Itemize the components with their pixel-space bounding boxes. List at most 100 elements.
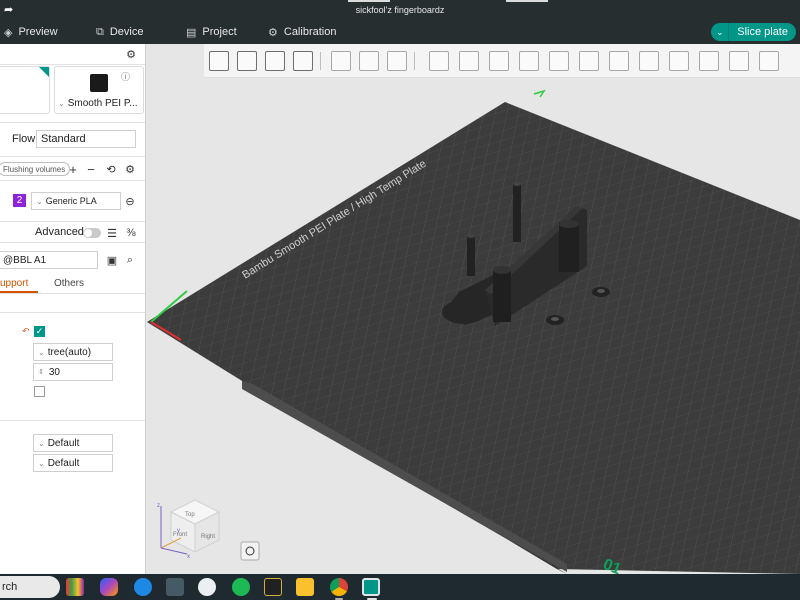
- sync-filament-icon[interactable]: ⟲: [104, 162, 118, 176]
- filament-options-icon[interactable]: ⊖: [123, 194, 137, 208]
- arrange-icon[interactable]: [293, 51, 313, 71]
- setting-default-select-1[interactable]: ⌄ Default: [33, 434, 113, 452]
- add-filament-icon[interactable]: +: [66, 162, 80, 177]
- scale-icon[interactable]: [489, 51, 509, 71]
- axis-z-label: z: [157, 503, 160, 509]
- divider: [0, 64, 145, 65]
- assembly-view-icon[interactable]: [759, 51, 779, 71]
- chevron-down-icon: ⌄: [36, 196, 43, 206]
- settings-gear-icon[interactable]: ⚙: [124, 47, 138, 61]
- cut-icon[interactable]: [549, 51, 569, 71]
- slice-plate-button[interactable]: Slice plate: [729, 23, 796, 41]
- chevron-down-icon: ⌄: [58, 99, 65, 108]
- setting-default-value-2: Default: [47, 457, 80, 469]
- text-emboss-icon[interactable]: [669, 51, 689, 71]
- tab-calibration-label: Calibration: [283, 26, 337, 38]
- filament-select[interactable]: ⌄ Generic PLA: [31, 192, 121, 210]
- filament-settings-gear-icon[interactable]: ⚙: [123, 162, 137, 176]
- slice-options-chevron-icon[interactable]: ⌄: [711, 23, 730, 41]
- tab-others[interactable]: Others: [54, 278, 84, 289]
- scene-svg[interactable]: Bambu Smooth PEI Plate / High Temp Plate…: [147, 44, 800, 574]
- file-explorer-icon[interactable]: [296, 578, 314, 596]
- measure-icon[interactable]: [729, 51, 749, 71]
- device-icon: ⧉: [96, 25, 104, 38]
- color-paint-icon[interactable]: [699, 51, 719, 71]
- plate-type-row: ⌄ Smooth PEI P...: [58, 98, 138, 109]
- plate-type-card[interactable]: ⓘ ⌄ Smooth PEI P...: [54, 66, 144, 114]
- seam-painting-icon[interactable]: [639, 51, 659, 71]
- support-type-select[interactable]: ⌄ tree(auto): [33, 343, 113, 361]
- add-plate-grid-icon[interactable]: [237, 51, 257, 71]
- info-icon[interactable]: ⓘ: [121, 70, 130, 83]
- compare-icon[interactable]: ⅜: [124, 226, 138, 240]
- library-icon[interactable]: [66, 578, 84, 596]
- divider: [0, 180, 145, 181]
- list-view-icon[interactable]: ☰: [105, 226, 119, 240]
- plate-thumbnail-icon: [90, 74, 108, 92]
- tab-preview[interactable]: ◈ Preview: [4, 20, 58, 44]
- divider: [0, 293, 145, 294]
- lay-on-face-icon[interactable]: [519, 51, 539, 71]
- tab-preview-label: Preview: [18, 26, 58, 38]
- tab-device-label: Device: [109, 26, 144, 38]
- toolbar-separator: [414, 52, 415, 70]
- flow-select[interactable]: Standard: [36, 130, 136, 148]
- setting-default-value-1: Default: [47, 437, 80, 449]
- tab-device[interactable]: ⧉ Device: [96, 20, 143, 44]
- reset-icon[interactable]: ↶: [22, 326, 30, 337]
- remove-filament-icon[interactable]: −: [84, 162, 98, 177]
- 3d-viewport[interactable]: Bambu Smooth PEI Plate / High Temp Plate…: [147, 44, 800, 574]
- enable-support-checkbox[interactable]: ✓: [34, 326, 45, 337]
- support-painting-icon[interactable]: [609, 51, 629, 71]
- chevron-down-icon: ⌄: [38, 458, 45, 468]
- split-objects-icon[interactable]: [331, 51, 351, 71]
- chevron-down-icon: ⌄: [38, 438, 45, 448]
- title-accent: [506, 0, 548, 2]
- edge-browser-icon[interactable]: [134, 578, 152, 596]
- axis-y-label: y: [177, 528, 180, 534]
- layers-stack-icon[interactable]: [387, 51, 407, 71]
- window-title: sickfool'z fingerboardz: [355, 5, 445, 15]
- printer-card[interactable]: [0, 66, 50, 114]
- filament-index-badge[interactable]: 2: [13, 194, 26, 207]
- tab-project[interactable]: ▤ Project: [186, 20, 237, 44]
- search-icon[interactable]: ⌕: [123, 253, 137, 267]
- chevron-down-icon: ⌄: [38, 347, 45, 357]
- threshold-angle-stepper[interactable]: ⇕ 30: [33, 363, 113, 381]
- bambu-studio-icon[interactable]: [362, 578, 380, 596]
- build-plate-grid: [147, 102, 800, 574]
- advanced-label: Advanced: [35, 226, 84, 238]
- game-launcher-icon[interactable]: [264, 578, 282, 596]
- taskbar-search[interactable]: rch: [0, 576, 60, 598]
- advanced-toggle[interactable]: [83, 228, 101, 238]
- flow-label: Flow: [12, 133, 36, 145]
- divider: [0, 122, 145, 123]
- save-preset-icon[interactable]: ▣: [105, 253, 119, 267]
- calculator-icon[interactable]: [166, 578, 184, 596]
- copilot-icon[interactable]: [100, 578, 118, 596]
- chrome-icon[interactable]: [330, 578, 348, 596]
- tab-calibration[interactable]: ⚙ Calibration: [268, 20, 336, 44]
- flushing-volumes-button[interactable]: Flushing volumes: [0, 162, 71, 176]
- add-object-icon[interactable]: [209, 51, 229, 71]
- spotify-icon[interactable]: [232, 578, 250, 596]
- move-icon[interactable]: [429, 51, 449, 71]
- divider: [0, 242, 145, 243]
- divider: [0, 312, 145, 313]
- setting-default-select-2[interactable]: ⌄ Default: [33, 454, 113, 472]
- view-cube[interactable]: Top Front Right z y x: [157, 499, 221, 560]
- process-preset-select[interactable]: @BBL A1: [0, 251, 98, 269]
- mesh-boolean-icon[interactable]: [579, 51, 599, 71]
- tab-project-label: Project: [202, 26, 237, 38]
- paint-icon[interactable]: [198, 578, 216, 596]
- on-build-plate-only-checkbox[interactable]: [34, 386, 45, 397]
- tab-support[interactable]: upport: [0, 278, 28, 289]
- split-parts-icon[interactable]: [359, 51, 379, 71]
- fit-view-icon[interactable]: [240, 541, 260, 561]
- layers-icon: ◈: [4, 26, 13, 39]
- cube-right-label: Right: [201, 534, 215, 540]
- rotate-icon[interactable]: [459, 51, 479, 71]
- viewport-toolbar: [204, 44, 800, 78]
- title-bar: ➦ sickfool'z fingerboardz: [0, 0, 800, 20]
- auto-orient-icon[interactable]: [265, 51, 285, 71]
